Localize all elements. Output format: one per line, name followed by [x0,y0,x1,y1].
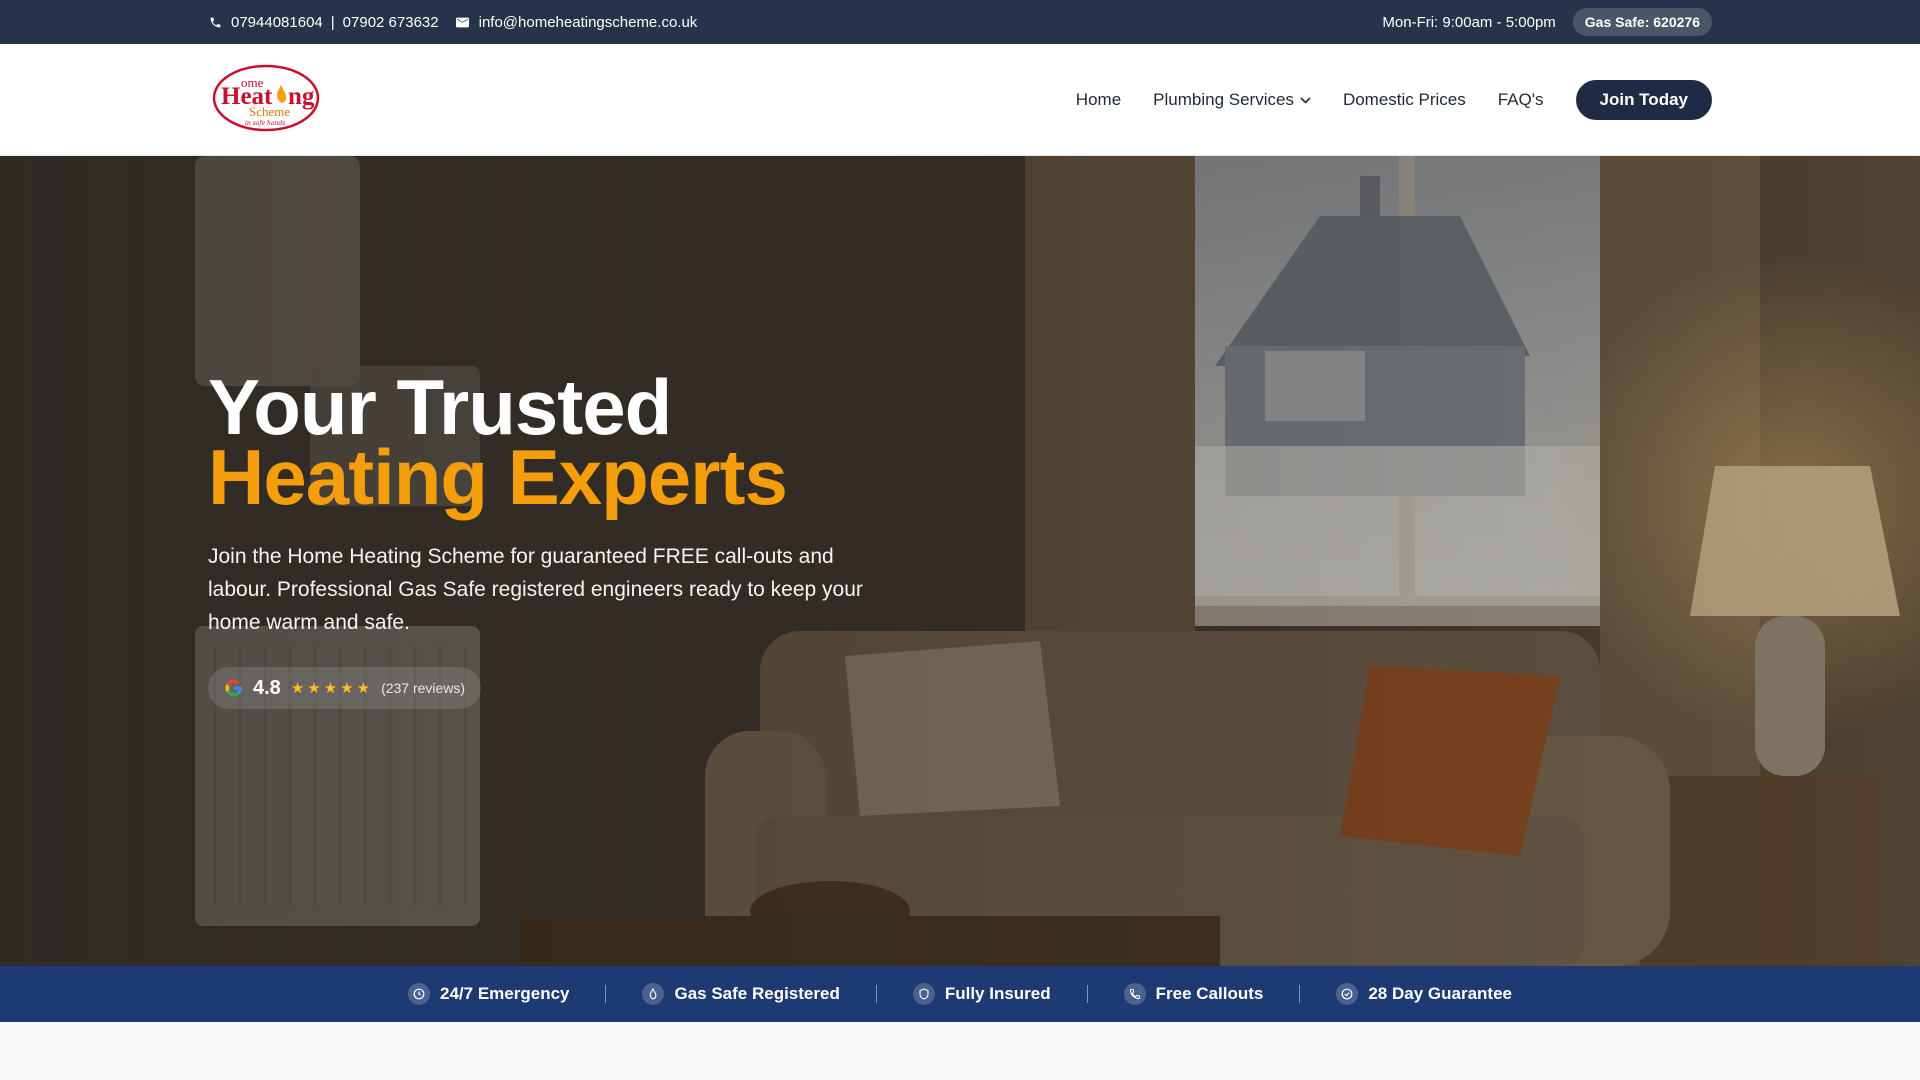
chevron-down-icon [1300,96,1311,104]
gas-safe-badge: Gas Safe: 620276 [1572,8,1712,36]
nav-home[interactable]: Home [1076,90,1121,110]
logo-tagline: in safe hands [245,120,285,127]
feature-divider [1086,985,1088,1003]
nav-home-label: Home [1075,90,1122,109]
feature-insured-label: Fully Insured [944,984,1051,1003]
hero-content: Your Trusted Heating Experts Join the Ho… [208,363,908,709]
feature-free-callouts: Free Callouts [1123,983,1264,1005]
join-today-button[interactable]: Join Today [1575,80,1712,120]
rating-score: 4.8 [253,676,281,699]
feature-gas-safe: Gas Safe Registered [642,983,840,1005]
feature-insured: Fully Insured [912,983,1051,1005]
phone-separator: | [330,13,335,31]
topbar-right: Mon-Fri: 9:00am - 5:00pm Gas Safe: 62027… [1382,0,1712,44]
clock-icon [408,983,431,1005]
main-nav: Home Plumbing Services Domestic Prices F… [1044,44,1712,156]
flame-icon [642,983,665,1005]
logo-text-scheme: Scheme [249,104,290,119]
google-rating-badge[interactable]: 4.8 ★★★★★ (237 reviews) [208,667,482,709]
rating-review-count: (237 reviews) [381,680,466,696]
opening-hours: Mon-Fri: 9:00am - 5:00pm [1382,13,1556,31]
feature-guarantee-label: 28 Day Guarantee [1368,984,1512,1003]
nav-faq-label: FAQ's [1497,90,1544,109]
nav-plumbing-label: Plumbing Services [1153,90,1294,109]
google-icon [224,678,244,698]
feature-emergency-label: 24/7 Emergency [440,984,570,1003]
feature-divider [605,985,607,1003]
contact-info: 07944081604 | 07902 673632 info@homeheat… [208,0,697,44]
logo-text-ng: ng [288,83,315,110]
phone-link-1[interactable]: 07944081604 [231,14,323,31]
nav-domestic-prices[interactable]: Domestic Prices [1343,90,1466,110]
nav-plumbing-services[interactable]: Plumbing Services [1153,90,1311,110]
phone-icon [1123,983,1146,1005]
features-strip: 24/7 Emergency Gas Safe Registered Fully… [0,966,1920,1022]
hero-section: Your Trusted Heating Experts Join the Ho… [0,156,1920,966]
phone-icon [208,15,222,29]
nav-faq[interactable]: FAQ's [1498,90,1544,110]
site-header: ome Heat ng Scheme in safe hands Home Pl… [0,44,1920,156]
hero-title-line-2: Heating Experts [208,433,788,521]
rating-stars-icon: ★★★★★ [290,680,374,697]
email-link[interactable]: info@homeheatingscheme.co.uk [479,14,698,31]
feature-divider [1299,985,1301,1003]
site-logo[interactable]: ome Heat ng Scheme in safe hands [211,63,321,133]
mail-icon [456,15,470,29]
check-circle-icon [1336,983,1359,1005]
feature-guarantee: 28 Day Guarantee [1336,983,1512,1005]
feature-free-callouts-label: Free Callouts [1155,984,1264,1003]
top-bar: 07944081604 | 07902 673632 info@homeheat… [0,0,1920,44]
shield-icon [912,983,935,1005]
feature-emergency: 24/7 Emergency [408,983,569,1005]
nav-prices-label: Domestic Prices [1342,90,1466,109]
hero-lead-text: Join the Home Heating Scheme for guarant… [208,545,863,634]
next-section [0,1022,1920,1080]
feature-gas-safe-label: Gas Safe Registered [674,984,840,1003]
hero-title-line-1: Your Trusted [208,363,672,451]
phone-link-2[interactable]: 07902 673632 [343,14,439,31]
feature-divider [875,985,877,1003]
